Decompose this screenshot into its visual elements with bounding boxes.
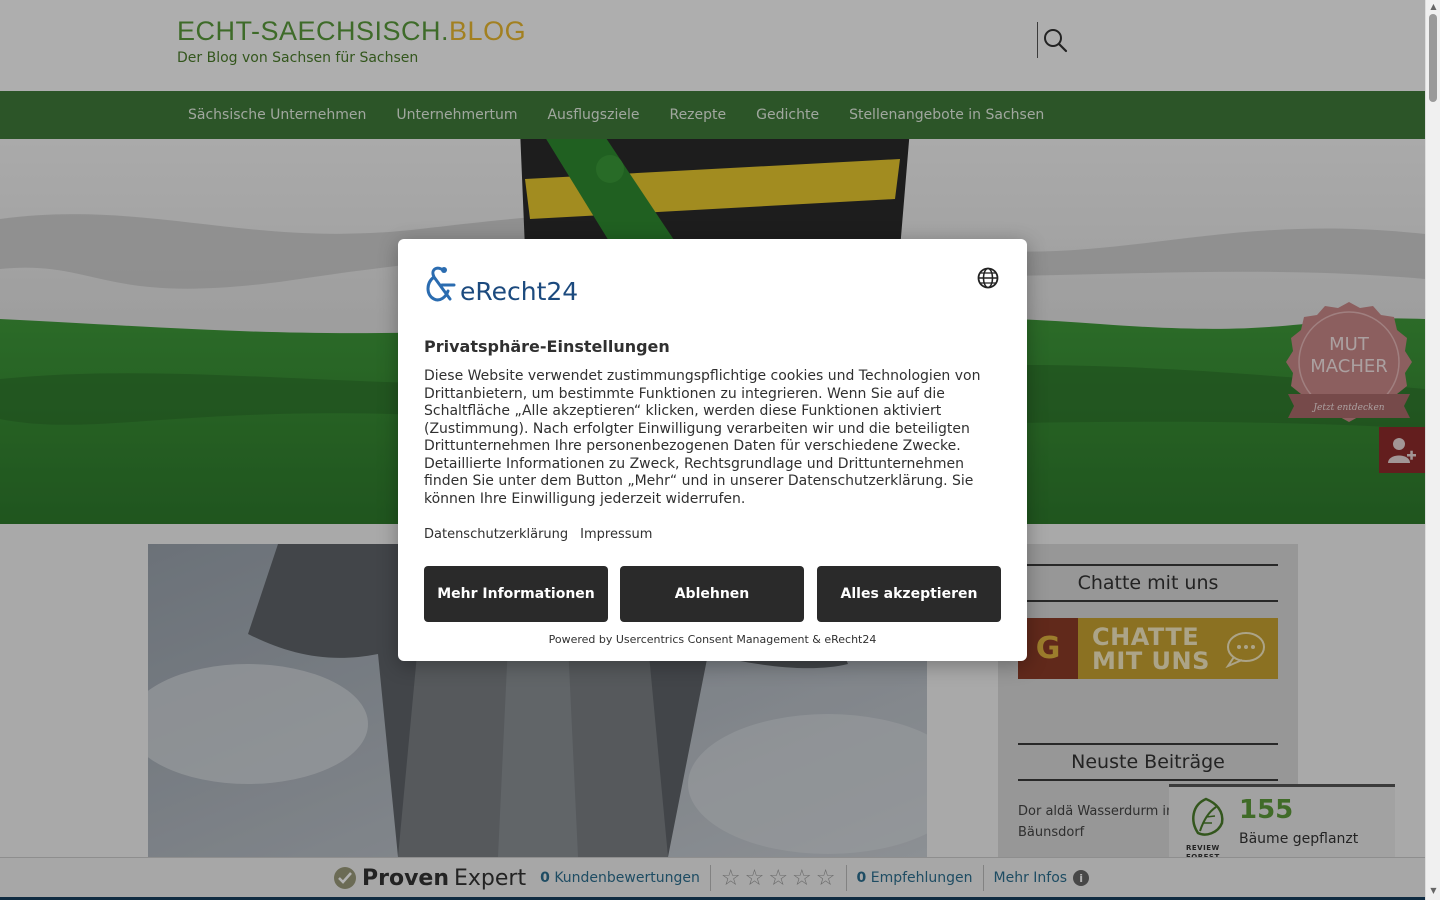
consent-links: Datenschutzerklärung Impressum <box>424 527 652 542</box>
imprint-link[interactable]: Impressum <box>580 527 652 542</box>
consent-title: Privatsphäre-Einstellungen <box>424 337 670 356</box>
scroll-thumb[interactable] <box>1429 14 1437 102</box>
globe-icon <box>977 267 999 289</box>
scroll-down-arrow[interactable]: ▼ <box>1429 887 1438 895</box>
scroll-up-arrow[interactable]: ▲ <box>1429 3 1438 11</box>
privacy-policy-link[interactable]: Datenschutzerklärung <box>424 527 568 542</box>
consent-body-text: Diese Website verwendet zustimmungspflic… <box>424 368 981 507</box>
language-button[interactable] <box>977 267 999 289</box>
erecht24-ampersand-icon <box>426 266 456 302</box>
decline-button[interactable]: Ablehnen <box>620 566 804 622</box>
consent-dialog: eRecht24 Privatsphäre-Einstellungen Dies… <box>398 239 1027 661</box>
erecht24-logo: eRecht24 <box>424 265 578 305</box>
more-info-button[interactable]: Mehr Informationen <box>424 566 608 622</box>
page-scrollbar[interactable]: ▲ ▼ <box>1425 0 1440 900</box>
erecht24-logo-text: eRecht24 <box>460 277 579 306</box>
powered-by-text: Powered by Usercentrics Consent Manageme… <box>548 633 877 646</box>
accept-all-button[interactable]: Alles akzeptieren <box>817 566 1001 622</box>
